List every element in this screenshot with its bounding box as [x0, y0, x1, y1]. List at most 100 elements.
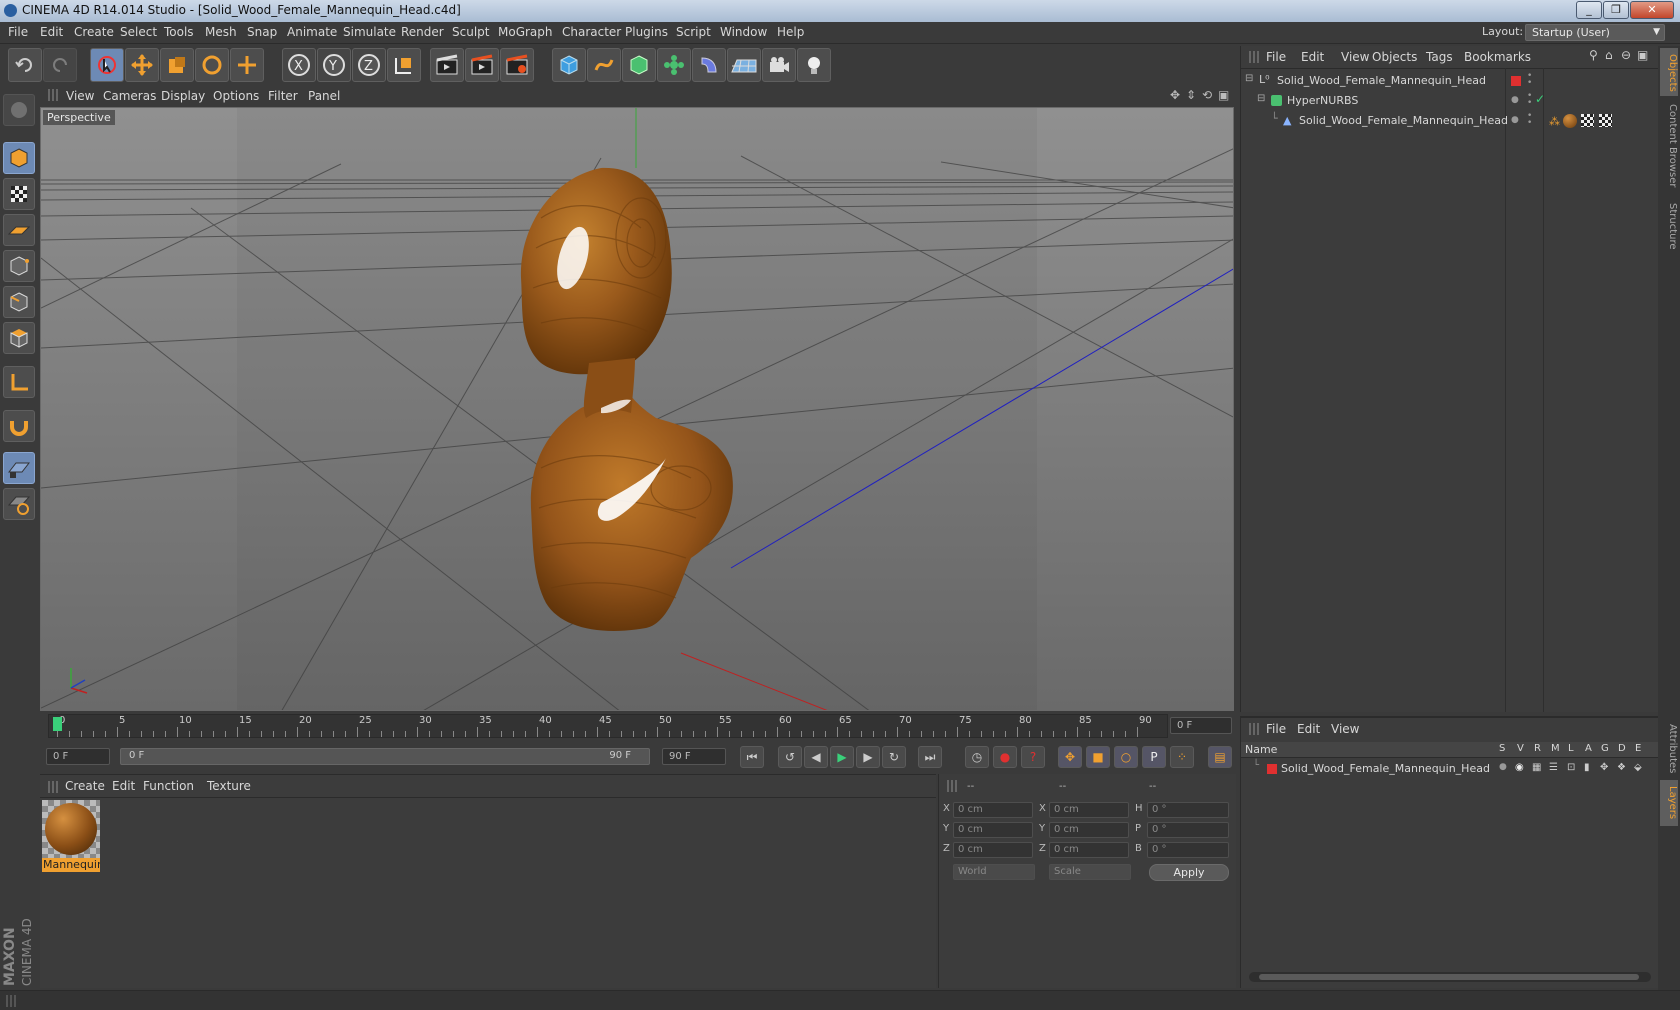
next-key-button[interactable]: ↻ [882, 746, 906, 768]
cube-button[interactable] [552, 48, 586, 82]
current-frame-field[interactable]: 0 F [1170, 717, 1232, 734]
size-x-field[interactable]: 0 cm [1049, 802, 1129, 818]
undo-button[interactable] [8, 48, 42, 82]
viewport-move-icon[interactable]: ✥ [1170, 88, 1180, 102]
keyframe-selection-button[interactable]: ? [1021, 746, 1045, 768]
layer-color-swatch[interactable] [1511, 76, 1521, 86]
layer-menu-file[interactable]: File [1266, 722, 1286, 736]
rot-h-field[interactable]: 0 ° [1147, 802, 1229, 818]
menu-create[interactable]: Create [74, 25, 114, 39]
menu-script[interactable]: Script [676, 25, 711, 39]
layer-menu-edit[interactable]: Edit [1297, 722, 1320, 736]
light-button[interactable] [797, 48, 831, 82]
move-button[interactable] [125, 48, 159, 82]
minimize-button[interactable]: _ [1576, 1, 1602, 19]
end-frame-field[interactable]: 90 F [662, 748, 726, 765]
viewport-menu-cameras[interactable]: Cameras [103, 89, 156, 103]
size-mode-dropdown[interactable]: Scale [1049, 864, 1131, 880]
col-generators[interactable]: G [1601, 743, 1609, 754]
polygons-mode-button[interactable] [3, 322, 35, 354]
object-menu-tags[interactable]: Tags [1426, 50, 1453, 64]
col-solo[interactable]: S [1499, 743, 1505, 754]
recent-tool-button[interactable] [230, 48, 264, 82]
viewport-zoom-icon[interactable]: ⇕ [1186, 88, 1196, 102]
array-button[interactable] [657, 48, 691, 82]
viewport-rotate-icon[interactable]: ⟲ [1202, 88, 1212, 102]
edges-mode-button[interactable] [3, 286, 35, 318]
col-view[interactable]: V [1517, 743, 1524, 754]
workplane-button[interactable] [3, 214, 35, 246]
close-button[interactable]: ✕ [1630, 1, 1674, 19]
snap-button[interactable] [3, 410, 35, 442]
scale-button[interactable] [160, 48, 194, 82]
size-z-field[interactable]: 0 cm [1049, 842, 1129, 858]
viewport-maximize-icon[interactable]: ▣ [1218, 88, 1229, 102]
viewport-menu-panel[interactable]: Panel [308, 89, 340, 103]
floor-button[interactable] [727, 48, 761, 82]
viewport-menu-view[interactable]: View [66, 89, 94, 103]
col-locked[interactable]: L [1568, 743, 1574, 754]
y-axis-button[interactable]: Y [317, 48, 351, 82]
apply-button[interactable]: Apply [1149, 864, 1229, 881]
enabled-check-icon[interactable]: ✓ [1535, 92, 1545, 106]
col-deformers[interactable]: D [1618, 743, 1626, 754]
render-settings-button[interactable] [500, 48, 534, 82]
world-coord-button[interactable] [387, 48, 421, 82]
pos-y-field[interactable]: 0 cm [953, 822, 1033, 838]
record-keys-button[interactable]: ◷ [965, 746, 989, 768]
material-menu-texture[interactable]: Texture [207, 779, 251, 793]
col-expressions[interactable]: E [1635, 743, 1641, 754]
menu-character[interactable]: Character [562, 25, 621, 39]
rot-b-field[interactable]: 0 ° [1147, 842, 1229, 858]
axis-mode-button[interactable] [3, 366, 35, 398]
redo-button[interactable] [43, 48, 77, 82]
object-menu-edit[interactable]: Edit [1301, 50, 1324, 64]
texture-tag-icon[interactable] [1599, 114, 1612, 127]
menu-help[interactable]: Help [777, 25, 804, 39]
material-menu-function[interactable]: Function [143, 779, 194, 793]
material-swatch[interactable]: Mannequin [42, 800, 100, 872]
menu-simulate[interactable]: Simulate [343, 25, 396, 39]
object-menu-bookmarks[interactable]: Bookmarks [1464, 50, 1531, 64]
key-rotation-button[interactable]: ○ [1114, 746, 1138, 768]
play-button[interactable]: ▶ [830, 746, 854, 768]
z-axis-button[interactable]: Z [352, 48, 386, 82]
home-icon[interactable]: ⌂ [1605, 48, 1613, 62]
layer-row[interactable]: └ Solid_Wood_Female_Mannequin_Head ● ◉ ▦… [1241, 760, 1659, 778]
collapse-toggle-icon[interactable]: ⊟ [1257, 93, 1265, 104]
rotate-button[interactable] [195, 48, 229, 82]
object-menu-view[interactable]: View [1341, 50, 1369, 64]
autokey-button[interactable]: ● [993, 746, 1017, 768]
menu-plugins[interactable]: Plugins [625, 25, 668, 39]
goto-start-button[interactable]: ⏮ [740, 746, 764, 768]
workplane-lock-button[interactable] [3, 452, 35, 484]
search-icon[interactable]: ⚲ [1589, 48, 1598, 62]
col-animation[interactable]: A [1585, 743, 1592, 754]
tree-row[interactable]: ⊟ HyperNURBS ● • • ✓ [1241, 92, 1659, 110]
goto-end-button[interactable]: ⏭ [918, 746, 942, 768]
visibility-dots-icon[interactable]: • • [1527, 72, 1532, 88]
lock-icon[interactable]: ⊡ [1567, 762, 1575, 773]
collapse-icon[interactable]: ⊖ [1621, 48, 1631, 62]
nurbs-button[interactable] [622, 48, 656, 82]
manager-toggle-icon[interactable]: ☰ [1549, 762, 1558, 773]
start-frame-field[interactable]: 0 F [46, 748, 110, 765]
points-mode-button[interactable] [3, 250, 35, 282]
playhead-marker[interactable] [53, 717, 62, 731]
uvw-tag-icon[interactable] [1581, 114, 1594, 127]
material-tag-icon[interactable] [1563, 114, 1577, 128]
tree-row[interactable]: └ ▲ Solid_Wood_Female_Mannequin_Head ● •… [1241, 112, 1659, 130]
menu-render[interactable]: Render [401, 25, 444, 39]
phong-tag-icon[interactable]: ⁂ [1549, 115, 1560, 128]
eye-icon[interactable]: ◉ [1515, 762, 1524, 773]
tab-structure[interactable]: Structure [1660, 196, 1678, 256]
menu-mesh[interactable]: Mesh [205, 25, 237, 39]
perspective-viewport[interactable]: Perspective [40, 107, 1234, 711]
model-mode-button[interactable] [3, 142, 35, 174]
object-menu-objects[interactable]: Objects [1372, 50, 1417, 64]
menu-animate[interactable]: Animate [287, 25, 337, 39]
visibility-dots-icon[interactable]: • • [1527, 112, 1532, 128]
render-picture-viewer-button[interactable] [465, 48, 499, 82]
generator-toggle-icon[interactable]: ✥ [1600, 762, 1608, 773]
make-editable-button[interactable] [3, 94, 35, 126]
